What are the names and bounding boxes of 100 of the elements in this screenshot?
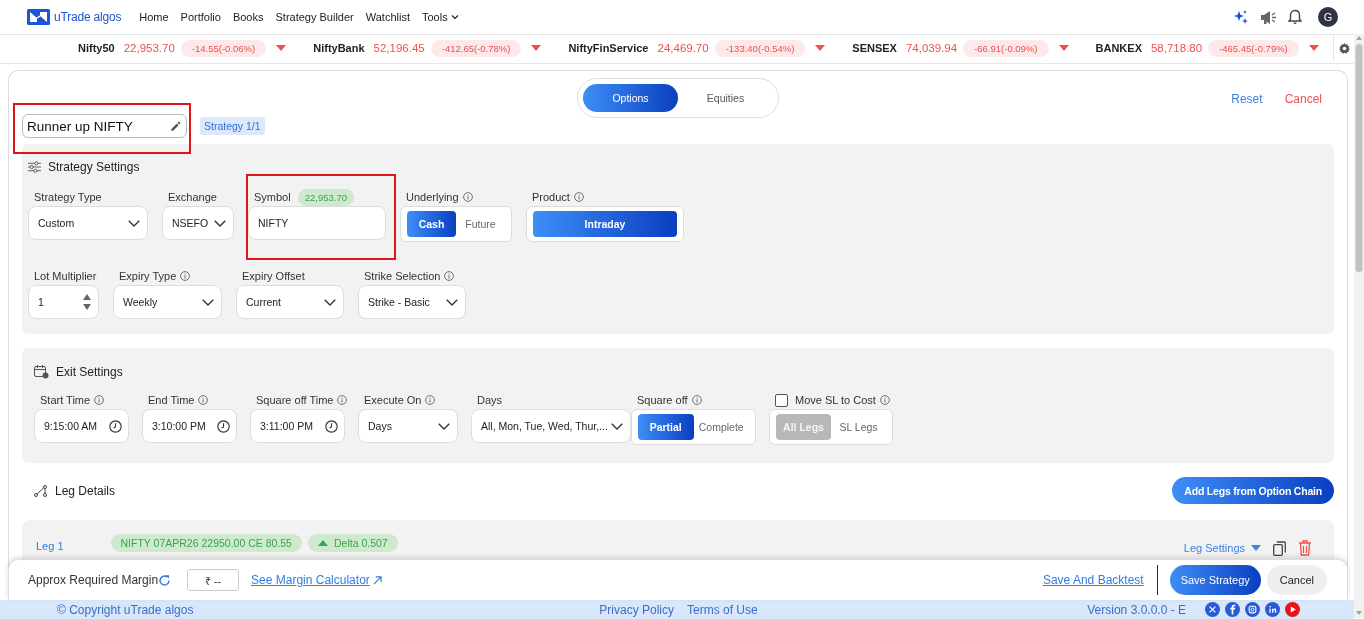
clock-icon (109, 419, 122, 433)
nav-link[interactable]: Books (232, 11, 264, 23)
footer-link[interactable]: Terms of Use (687, 602, 758, 617)
margin-calculator-link[interactable]: See Margin Calculator (251, 573, 382, 587)
save-and-backtest-link[interactable]: Save And Backtest (1042, 573, 1144, 587)
strategy-count-badge: Strategy 1/1 (200, 117, 265, 135)
dropdown[interactable]: Current (236, 285, 344, 319)
social-icon[interactable] (1245, 602, 1260, 617)
cancel-link[interactable]: Cancel (1284, 92, 1322, 106)
nav-link[interactable]: Home (139, 11, 169, 23)
version-text: Version 3.0.0.0 - E (1087, 602, 1186, 617)
toggle-option[interactable]: Partial (638, 414, 694, 440)
nav-link[interactable]: Strategy Builder (275, 11, 354, 23)
social-icon[interactable] (1225, 602, 1240, 617)
index-name: BANKEX (1095, 42, 1142, 54)
toggle-option[interactable]: SL Legs (831, 414, 886, 440)
time-field[interactable]: 3:11:00 PM (250, 409, 345, 443)
calendar-icon (34, 365, 49, 379)
chevron-down-icon (450, 13, 459, 21)
settings-icon[interactable] (1338, 42, 1350, 54)
field-label: Lot Multiplier (34, 270, 97, 282)
mode-tab[interactable]: Equities (678, 84, 773, 112)
field-label: Square off (637, 394, 688, 406)
section-title: Leg Details (55, 483, 116, 498)
nav-link[interactable]: Watchlist (365, 11, 410, 23)
user-avatar[interactable]: G (1318, 7, 1338, 27)
index-price: 74,039.94 (905, 42, 958, 54)
index-name: Nifty50 (78, 42, 115, 54)
input-field[interactable]: NIFTY (248, 206, 386, 240)
field-label: Days (477, 394, 503, 406)
leg-settings-menu[interactable]: Leg Settings (1183, 542, 1261, 554)
nav-link[interactable]: Portfolio (180, 11, 221, 23)
change-pill: -133.40(-0.54%) (714, 39, 806, 57)
field-label: Execute On (364, 394, 422, 406)
field-label: Move SL to Cost (795, 394, 876, 406)
index-name: NiftyBank (313, 42, 365, 54)
margin-label: Approx Required Margin (28, 573, 159, 587)
toggle-option[interactable]: Cash (407, 211, 456, 237)
dropdown[interactable]: Days (358, 409, 458, 443)
change-pill: -14.55(-0.06%) (180, 39, 267, 57)
index-price: 22,953.70 (123, 42, 175, 54)
section-title: Exit Settings (56, 365, 123, 379)
mode-tab[interactable]: Options (583, 84, 678, 112)
cancel-button[interactable]: Cancel (1266, 565, 1327, 595)
logo-icon (27, 9, 50, 25)
dropdown[interactable]: Custom (28, 206, 148, 240)
social-icon[interactable] (1285, 602, 1300, 617)
add-legs-button[interactable]: Add Legs from Option Chain (1172, 477, 1334, 504)
bell-icon[interactable] (1288, 9, 1302, 25)
dropdown[interactable]: Weekly (113, 285, 222, 319)
time-field[interactable]: 9:15:00 AM (34, 409, 129, 443)
index-price: 24,469.70 (657, 42, 709, 54)
change-pill: -66.91(-0.09%) (963, 39, 1049, 57)
index-name: SENSEX (852, 42, 897, 54)
leg-label[interactable]: Leg 1 (36, 540, 64, 552)
scrollbar[interactable] (1354, 34, 1364, 618)
field-label: Exchange (168, 191, 217, 203)
pencil-icon[interactable] (170, 120, 181, 132)
footer-link[interactable]: Privacy Policy (599, 602, 674, 617)
field-label: Expiry Offset (242, 270, 305, 282)
clock-icon (217, 419, 230, 433)
index-name: NiftyFinService (568, 42, 649, 54)
index-price: 58,718.80 (1150, 42, 1203, 54)
toggle-option[interactable]: Intraday (533, 211, 677, 237)
contract-tag: NIFTY 07APR26 22950.00 CE 80.55 (110, 534, 302, 552)
megaphone-icon[interactable] (1260, 9, 1277, 25)
external-link-icon (372, 575, 382, 585)
field-label: Strike Selection (364, 270, 441, 282)
field-label: Product (532, 191, 570, 203)
save-strategy-button[interactable]: Save Strategy (1169, 565, 1261, 595)
copyright-text: © Copyright uTrade algos (57, 602, 195, 617)
field-label: End Time (148, 394, 195, 406)
social-icon[interactable] (1265, 602, 1280, 617)
checkbox[interactable] (775, 393, 788, 407)
trash-icon[interactable] (1298, 540, 1312, 556)
tools-menu[interactable]: Tools (421, 11, 459, 23)
number-field[interactable]: 1 (28, 285, 99, 319)
dropdown[interactable]: NSEFO (162, 206, 234, 240)
field-label: Expiry Type (119, 270, 177, 282)
change-pill: -412.65(-0.78%) (430, 39, 522, 57)
refresh-icon[interactable] (158, 573, 172, 587)
branch-icon (34, 484, 47, 497)
dropdown[interactable]: Strike - Basic (358, 285, 466, 319)
social-icon[interactable] (1205, 602, 1220, 617)
dropdown[interactable]: All, Mon, Tue, Wed, Thur,... (471, 409, 631, 443)
margin-field: ₹ -- (187, 569, 240, 591)
copy-icon[interactable] (1273, 540, 1286, 556)
index-price: 52,196.45 (373, 42, 425, 54)
field-label: Underlying (406, 191, 459, 203)
time-field[interactable]: 3:10:00 PM (142, 409, 237, 443)
stepper-icon[interactable] (82, 293, 92, 311)
strategy-name-field[interactable]: Runner up NIFTY (22, 114, 187, 138)
caret-down-icon (1251, 545, 1261, 551)
sparkle-icon[interactable] (1233, 9, 1249, 25)
clock-icon (325, 419, 338, 433)
reset-link[interactable]: Reset (1231, 92, 1263, 106)
sliders-icon (28, 161, 41, 173)
field-label: Symbol (254, 191, 291, 203)
toggle-option[interactable]: Complete (693, 414, 749, 440)
toggle-option[interactable]: Future (456, 211, 505, 237)
